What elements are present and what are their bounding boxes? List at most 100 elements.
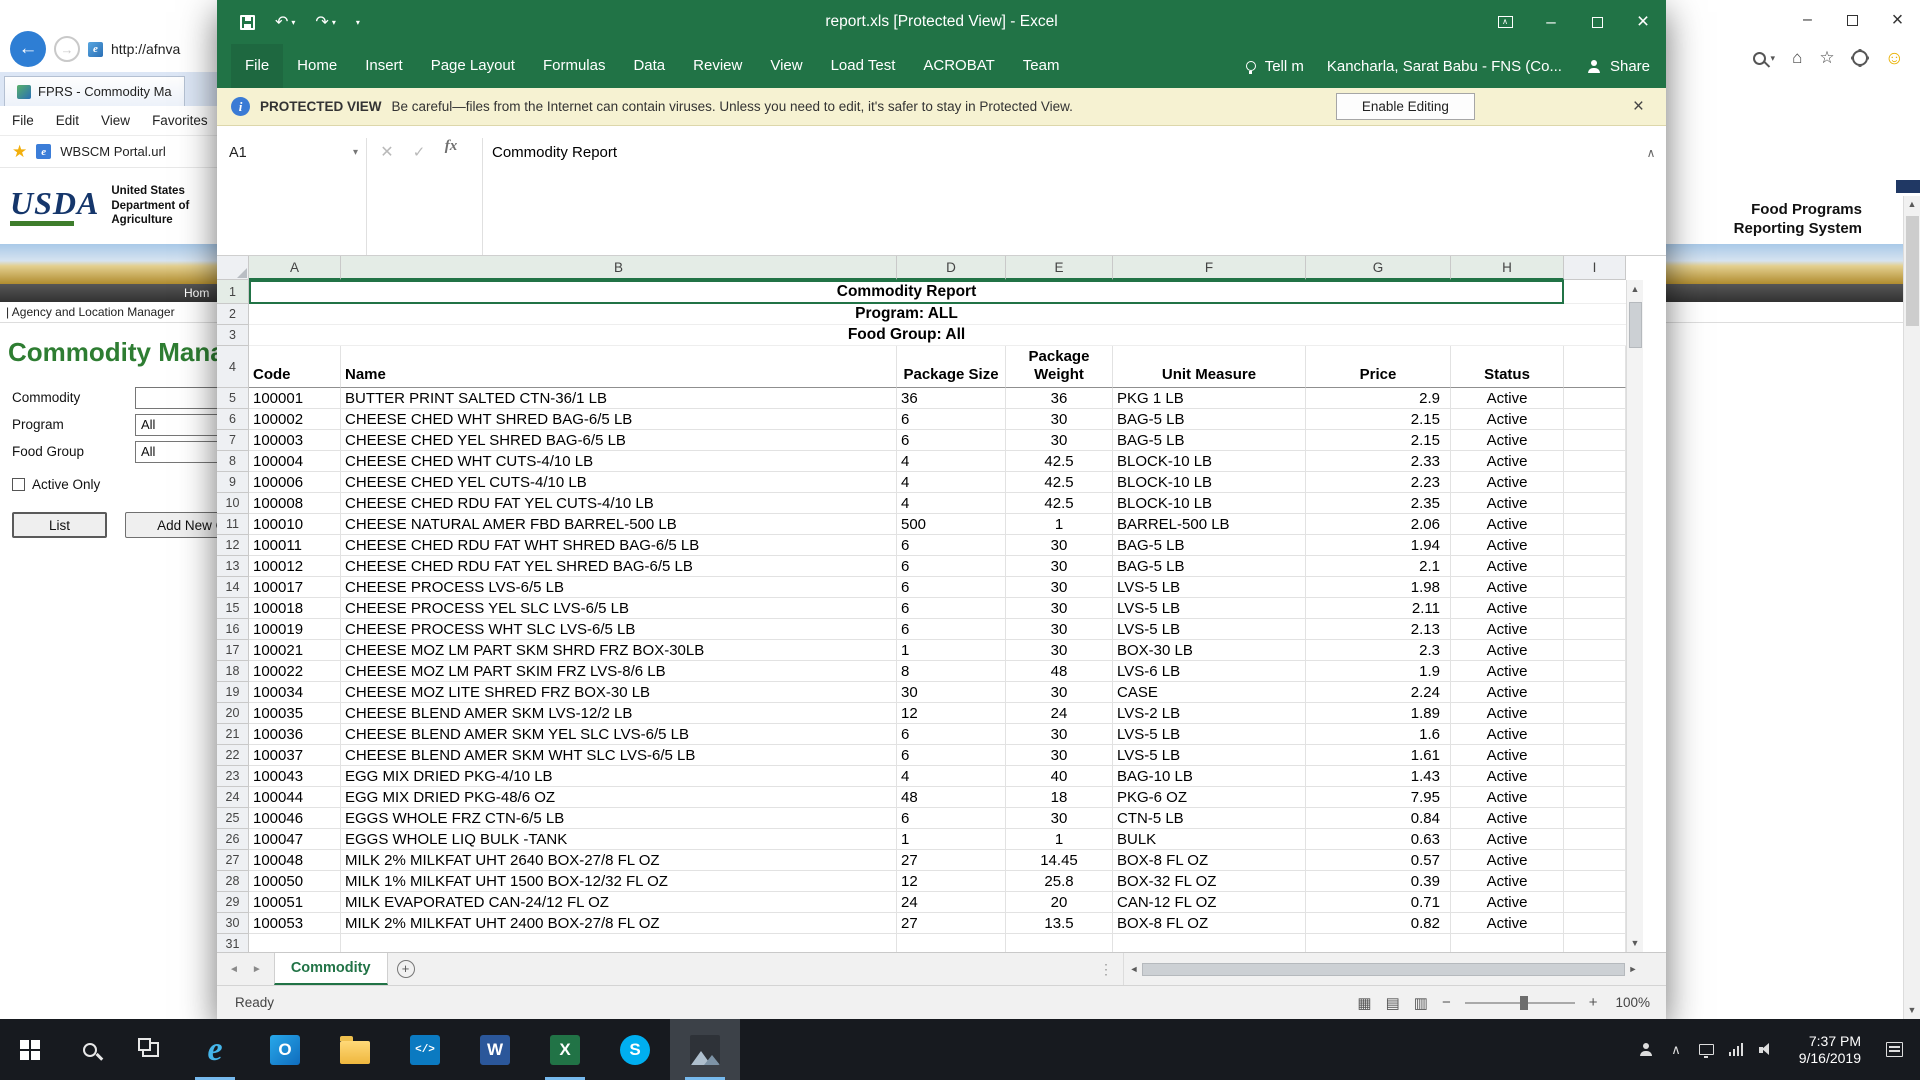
row-header-11[interactable]: 11 (217, 514, 249, 535)
cell[interactable]: 4 (897, 472, 1006, 493)
cell[interactable]: 2.24 (1306, 682, 1451, 703)
cell[interactable] (1564, 451, 1626, 472)
cell[interactable]: 100035 (249, 703, 341, 724)
cell[interactable] (341, 934, 897, 952)
cell[interactable]: 0.82 (1306, 913, 1451, 934)
cell[interactable]: 6 (897, 430, 1006, 451)
taskbar-app-photos[interactable] (670, 1019, 740, 1080)
volume-tray-button[interactable] (1751, 1019, 1781, 1080)
cell[interactable]: Active (1451, 640, 1564, 661)
cell[interactable]: 1.9 (1306, 661, 1451, 682)
search-dropdown-caret-icon[interactable]: ▾ (1771, 53, 1776, 64)
cell[interactable]: CHEESE BLEND AMER SKM LVS-12/2 LB (341, 703, 897, 724)
row-header-13[interactable]: 13 (217, 556, 249, 577)
row-header-17[interactable]: 17 (217, 640, 249, 661)
cell[interactable]: BAG-5 LB (1113, 535, 1306, 556)
cell[interactable]: CHEESE CHED WHT CUTS-4/10 LB (341, 451, 897, 472)
header-cell[interactable]: Package Weight (1006, 346, 1113, 388)
cell[interactable]: BAG-5 LB (1113, 556, 1306, 577)
cell[interactable]: BLOCK-10 LB (1113, 493, 1306, 514)
row-header-18[interactable]: 18 (217, 661, 249, 682)
ribbon-tab-team[interactable]: Team (1009, 44, 1074, 88)
cell[interactable]: 100047 (249, 829, 341, 850)
sheet-prev-icon[interactable]: ◄ (229, 964, 239, 975)
cell[interactable]: 14.45 (1006, 850, 1113, 871)
cell[interactable] (1564, 787, 1626, 808)
cell[interactable]: CHEESE MOZ LM PART SKIM FRZ LVS-8/6 LB (341, 661, 897, 682)
customize-qat-button[interactable]: ▾ (347, 6, 369, 38)
select-all-corner[interactable] (217, 256, 249, 280)
row-header-2[interactable]: 2 (217, 304, 249, 325)
cell[interactable]: 42.5 (1006, 493, 1113, 514)
excel-minimize-button[interactable]: – (1528, 0, 1574, 44)
ribbon-tab-home[interactable]: Home (283, 44, 351, 88)
browser-restore-button[interactable] (1830, 0, 1875, 40)
row-header-5[interactable]: 5 (217, 388, 249, 409)
row-header-6[interactable]: 6 (217, 409, 249, 430)
cell[interactable]: Active (1451, 619, 1564, 640)
cell[interactable]: 30 (1006, 598, 1113, 619)
cell[interactable]: Active (1451, 829, 1564, 850)
cell[interactable]: 2.9 (1306, 388, 1451, 409)
undo-dropdown-caret-icon[interactable]: ▾ (291, 18, 295, 27)
scrollbar-down-icon[interactable]: ▼ (1908, 1002, 1917, 1019)
sheet-next-icon[interactable]: ► (252, 964, 262, 975)
cell[interactable]: Active (1451, 661, 1564, 682)
cell[interactable]: MILK 1% MILKFAT UHT 1500 BOX-12/32 FL OZ (341, 871, 897, 892)
cell[interactable] (1564, 808, 1626, 829)
cell[interactable]: BULK (1113, 829, 1306, 850)
cell[interactable] (1564, 829, 1626, 850)
browser-tab-fprs[interactable]: FPRS - Commodity Ma (4, 76, 185, 106)
cell[interactable] (1564, 766, 1626, 787)
scroll-right-icon[interactable]: ► (1625, 964, 1641, 974)
share-button[interactable]: Share (1610, 58, 1650, 75)
zoom-slider-knob[interactable] (1520, 996, 1528, 1010)
cell[interactable]: 1 (897, 640, 1006, 661)
cell[interactable]: 27 (897, 913, 1006, 934)
ribbon-tab-review[interactable]: Review (679, 44, 756, 88)
row-header-24[interactable]: 24 (217, 787, 249, 808)
cell[interactable]: 18 (1006, 787, 1113, 808)
cell[interactable]: 2.06 (1306, 514, 1451, 535)
cell[interactable]: 13.5 (1006, 913, 1113, 934)
cell[interactable]: 100019 (249, 619, 341, 640)
row-header-27[interactable]: 27 (217, 850, 249, 871)
horizontal-scroll-thumb[interactable] (1142, 963, 1625, 976)
header-cell[interactable]: Unit Measure (1113, 346, 1306, 388)
cell[interactable] (1564, 850, 1626, 871)
row-header-12[interactable]: 12 (217, 535, 249, 556)
cell[interactable] (1564, 745, 1626, 766)
browser-minimize-button[interactable]: – (1785, 0, 1830, 40)
cell[interactable]: Active (1451, 787, 1564, 808)
name-box[interactable]: A1 ▾ (217, 138, 367, 255)
account-name[interactable]: Kancharla, Sarat Babu - FNS (Co... (1327, 58, 1562, 75)
cell[interactable]: Active (1451, 724, 1564, 745)
row-header-7[interactable]: 7 (217, 430, 249, 451)
row-header-16[interactable]: 16 (217, 619, 249, 640)
cell[interactable]: EGGS WHOLE LIQ BULK -TANK (341, 829, 897, 850)
row-header-30[interactable]: 30 (217, 913, 249, 934)
cell[interactable]: 100001 (249, 388, 341, 409)
cell[interactable]: 4 (897, 766, 1006, 787)
cell[interactable]: 100048 (249, 850, 341, 871)
cell[interactable] (1564, 640, 1626, 661)
taskbar-app-vscode[interactable]: </> (390, 1019, 460, 1080)
cell[interactable]: 6 (897, 619, 1006, 640)
cell[interactable]: CHEESE CHED YEL SHRED BAG-6/5 LB (341, 430, 897, 451)
feedback-smiley-icon[interactable]: ☺ (1885, 49, 1904, 68)
taskbar-app-skype[interactable]: S (600, 1019, 670, 1080)
redo-dropdown-caret-icon[interactable]: ▾ (332, 18, 336, 27)
cell[interactable] (1564, 535, 1626, 556)
cell[interactable] (1564, 388, 1626, 409)
merged-title-cell-row-3[interactable]: Food Group: All (249, 325, 1626, 346)
cell[interactable]: Active (1451, 430, 1564, 451)
cell[interactable]: 100006 (249, 472, 341, 493)
cell[interactable]: 500 (897, 514, 1006, 535)
cell[interactable]: 30 (897, 682, 1006, 703)
row-header-20[interactable]: 20 (217, 703, 249, 724)
cell[interactable]: 0.57 (1306, 850, 1451, 871)
cell[interactable]: 100022 (249, 661, 341, 682)
zoom-out-icon[interactable]: − (1442, 994, 1451, 1011)
cell[interactable]: CHEESE PROCESS YEL SLC LVS-6/5 LB (341, 598, 897, 619)
insert-function-icon[interactable]: fx (435, 138, 467, 155)
